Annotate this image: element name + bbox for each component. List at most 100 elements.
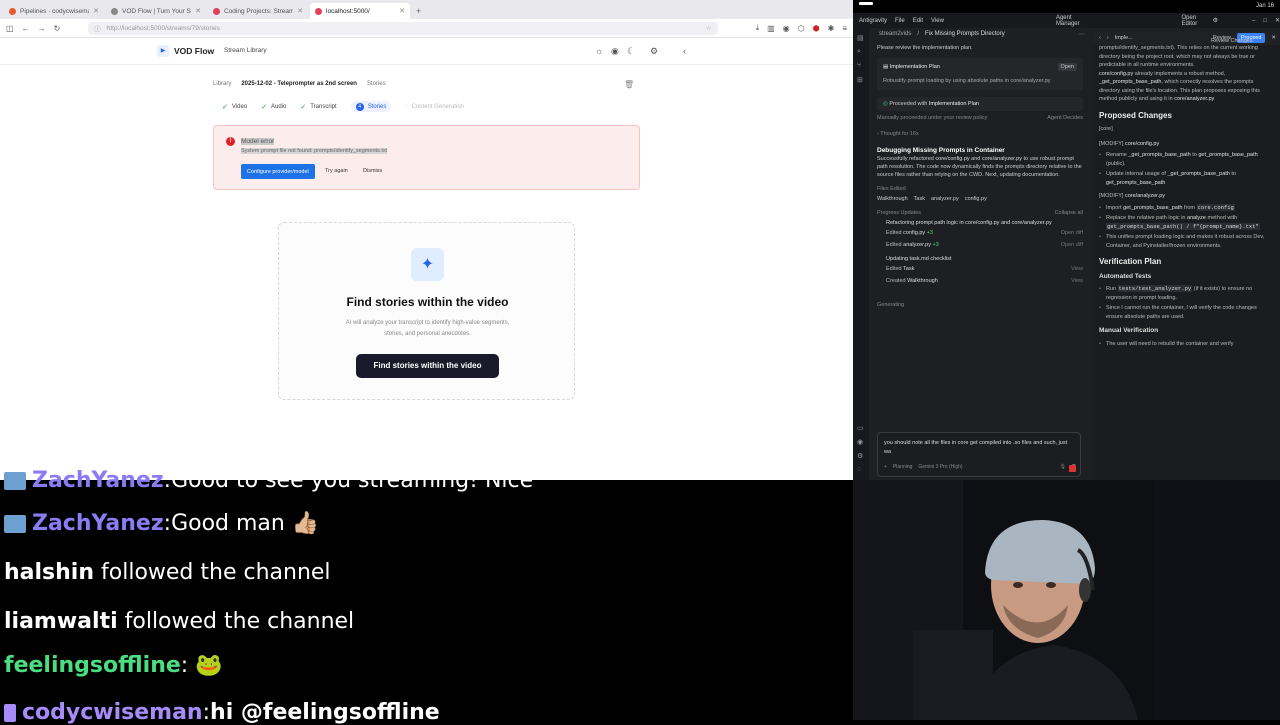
mode-select[interactable]: Planning xyxy=(893,463,912,472)
stop-button[interactable] xyxy=(1069,465,1076,472)
agent-decides-select[interactable]: Agent Decides xyxy=(1047,114,1083,122)
close-icon[interactable]: ✕ xyxy=(1271,34,1276,43)
close-icon[interactable]: ✕ xyxy=(399,7,405,15)
sun-icon[interactable]: ☼ xyxy=(595,46,603,56)
review-changes-button[interactable]: Review Changes xyxy=(1211,38,1253,44)
close-icon[interactable]: ✕ xyxy=(297,7,303,15)
symbol-link[interactable]: get_prompts_base_path xyxy=(1198,152,1257,158)
view-button[interactable]: View xyxy=(1071,277,1083,285)
agent-manager-link[interactable]: Agent Manager xyxy=(1056,15,1086,27)
symbol-link[interactable]: get_prompts_base_path xyxy=(1123,205,1182,211)
explorer-icon[interactable]: ▤ xyxy=(857,34,864,42)
more-icon[interactable]: ⋯ xyxy=(1079,31,1085,43)
new-tab-icon[interactable]: + xyxy=(412,3,425,19)
moon-icon[interactable]: ☾ xyxy=(627,46,635,57)
menu-edit[interactable]: Edit xyxy=(913,18,923,24)
plan-open-button[interactable]: Open xyxy=(1057,63,1077,71)
menu-view[interactable]: View xyxy=(931,18,944,24)
close-icon[interactable]: ✕ xyxy=(195,7,201,15)
item-file[interactable]: config.py xyxy=(903,230,925,236)
item-file[interactable]: Walkthrough xyxy=(907,278,938,284)
settings-gear-icon[interactable]: ⚙ xyxy=(650,46,658,57)
forward-icon[interactable]: → xyxy=(38,24,46,33)
breadcrumb-stream[interactable]: 2025-12-02 - Teleprompter as 2nd screen xyxy=(241,81,357,87)
file-chip[interactable]: Walkthrough xyxy=(877,195,908,203)
settings-gear-icon[interactable]: ⚙ xyxy=(857,452,863,460)
file-link[interactable]: core/config.py xyxy=(1125,141,1159,147)
bulb-icon[interactable]: ◌ xyxy=(857,466,861,473)
sidebar-toggle-icon[interactable]: ◫ xyxy=(6,24,14,33)
collapse-all-button[interactable]: Collapse all xyxy=(1055,209,1083,217)
shield-extension-icon[interactable]: ⬢ xyxy=(813,24,820,33)
bookmark-icon[interactable]: ▭ xyxy=(857,424,864,432)
puzzle-icon[interactable]: ✱ xyxy=(828,24,835,33)
url-bar[interactable]: ⓘ http://localhost:5000/streams/79/stori… xyxy=(88,21,718,35)
add-icon[interactable]: + xyxy=(884,463,887,472)
search-icon[interactable]: ⌕ xyxy=(857,48,861,56)
maximize-icon[interactable]: □ xyxy=(1263,18,1267,24)
plan-tab[interactable]: Imple... xyxy=(1115,34,1133,43)
account-icon[interactable]: ◉ xyxy=(857,438,863,446)
symbol-link[interactable]: _get_prompts_base_path xyxy=(1128,152,1190,158)
progress-title[interactable]: Updating task.md checklist xyxy=(877,255,1083,263)
model-select[interactable]: Gemini 3 Pro (High) xyxy=(918,463,962,472)
menu-file[interactable]: File xyxy=(895,18,905,24)
item-file[interactable]: Task xyxy=(903,266,914,272)
reload-icon[interactable]: ↻ xyxy=(54,24,61,33)
file-link[interactable]: core/config.py xyxy=(935,156,969,162)
source-control-icon[interactable]: ⑂ xyxy=(857,62,861,69)
trash-icon[interactable]: 🗑 xyxy=(624,80,634,89)
step-transcript[interactable]: ✓ Transcript xyxy=(300,101,336,112)
symbol-link[interactable]: _get_prompts_base_path xyxy=(1099,79,1161,85)
open-editor-link[interactable]: Open Editor xyxy=(1182,15,1205,27)
menu-app[interactable]: Antigravity xyxy=(859,18,887,24)
proceeded-doc[interactable]: Implementation Plan xyxy=(929,101,979,107)
symbol-link[interactable]: _get_prompts_base_path xyxy=(1167,171,1229,177)
progress-title[interactable]: Refactoring prompt path logic in core/co… xyxy=(877,219,1083,227)
browser-tab[interactable]: Pipelines · codycwisema ✕ xyxy=(4,3,104,19)
monitor-icon[interactable]: ◉ xyxy=(611,46,619,57)
file-link[interactable]: core/config.py xyxy=(1099,71,1133,77)
chevron-left-icon[interactable]: ‹ xyxy=(1099,34,1101,43)
plan-card[interactable]: ▤ Implementation Plan Open Robustify pro… xyxy=(877,58,1083,90)
browser-tab[interactable]: Coding Projects: Stream ✕ xyxy=(208,3,308,19)
back-icon[interactable]: ← xyxy=(22,24,30,33)
account-icon[interactable]: ◉ xyxy=(783,24,790,33)
symbol-link[interactable]: get_prompts_base_path xyxy=(1106,180,1165,186)
library-icon[interactable]: ▥ xyxy=(767,24,775,33)
extensions-icon[interactable]: ⊞ xyxy=(857,76,863,84)
breadcrumb-library[interactable]: Library xyxy=(213,81,231,87)
download-icon[interactable]: ⤓ xyxy=(756,23,760,33)
close-icon[interactable]: ✕ xyxy=(1275,17,1280,24)
view-button[interactable]: View xyxy=(1071,265,1083,273)
chat-input[interactable]: you should note all the files in core ge… xyxy=(877,432,1081,477)
try-again-button[interactable]: Try again xyxy=(325,168,348,174)
file-link[interactable]: core/analyzer.py xyxy=(1174,96,1214,102)
file-link[interactable]: core/analyzer.py xyxy=(1125,193,1165,199)
menu-icon[interactable]: ≡ xyxy=(842,24,847,33)
nav-stream-library[interactable]: Stream Library xyxy=(224,47,267,54)
file-chip[interactable]: config.py xyxy=(965,195,987,203)
settings-gear-icon[interactable]: ⚙ xyxy=(1213,17,1218,24)
step-video[interactable]: ✓ Video xyxy=(222,101,247,112)
find-stories-button[interactable]: Find stories within the video xyxy=(356,354,499,378)
browser-tab[interactable]: VOD Flow | Turn Your Stream ✕ xyxy=(106,3,206,19)
minimize-icon[interactable]: – xyxy=(1252,18,1255,24)
extension-icon[interactable]: ⬡ xyxy=(798,24,805,33)
open-diff-button[interactable]: Open diff xyxy=(1061,229,1083,237)
file-link[interactable]: core/analyzer.py xyxy=(982,156,1022,162)
app-brand[interactable]: VOD Flow xyxy=(174,46,214,56)
mic-icon[interactable]: 🎙 xyxy=(1060,463,1066,472)
step-stories[interactable]: 4 Stories xyxy=(350,101,392,112)
workspace-name[interactable]: stream2vids xyxy=(879,31,911,43)
file-chip[interactable]: Task xyxy=(914,195,925,203)
item-file[interactable]: analyzer.py xyxy=(903,242,931,248)
open-diff-button[interactable]: Open diff xyxy=(1061,241,1083,249)
close-icon[interactable]: ✕ xyxy=(93,7,99,15)
collapse-icon[interactable]: ‹ xyxy=(683,46,686,56)
thought-toggle[interactable]: › Thought for 16s xyxy=(877,130,1083,138)
symbol-link[interactable]: analyze xyxy=(1187,215,1206,221)
chevron-right-icon[interactable]: › xyxy=(1107,34,1109,43)
bookmark-star-icon[interactable]: ☆ xyxy=(706,24,712,32)
file-chip[interactable]: analyzer.py xyxy=(931,195,959,203)
